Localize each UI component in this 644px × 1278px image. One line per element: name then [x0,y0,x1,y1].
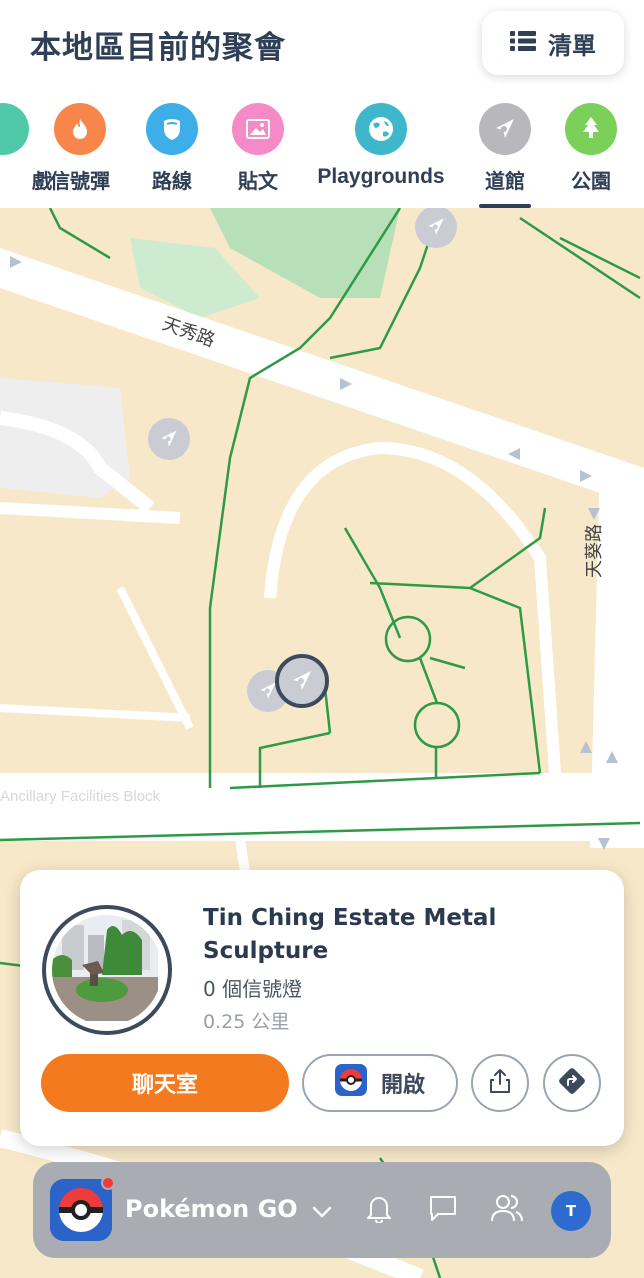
category-playgrounds[interactable]: Playgrounds [316,103,446,208]
gym-photo [42,905,172,1035]
notification-dot [101,1176,115,1190]
open-button-label: 開啟 [380,1073,425,1098]
gym-title: Tin Ching Estate Metal Sculpture [203,905,497,964]
selected-underline [479,204,531,208]
directions-button[interactable] [543,1054,601,1112]
category-label: 公園 [571,169,611,193]
category-label: Playgrounds [317,165,445,188]
bell-icon [365,1193,393,1227]
chat-room-button[interactable]: 聊天室 [41,1054,289,1112]
directions-icon [557,1066,587,1100]
post-icon [232,103,284,155]
app-name-label: Pokémon GO [125,1195,298,1223]
people-icon [490,1193,524,1227]
flare-icon [54,103,106,155]
beacon-count: 0 個信號燈 [203,977,303,1001]
share-icon [488,1068,512,1098]
open-in-app-button[interactable]: 開啟 [302,1054,458,1112]
category-post[interactable]: 貼文 [203,103,313,208]
user-avatar[interactable]: T [551,1191,591,1231]
page-title: 本地區目前的聚會 [30,30,286,66]
chevron-down-icon [312,1196,332,1224]
street-label-ancillary-block: Ancillary Facilities Block [0,788,161,805]
pokeball-icon [334,1064,367,1102]
list-button[interactable]: 清單 [482,11,624,75]
pokemon-go-app-icon[interactable] [50,1176,115,1241]
gym-pin[interactable] [415,206,457,248]
street-label-tin-kwai-road: 天葵路 [584,524,605,578]
notifications-button[interactable] [359,1190,399,1230]
list-button-label: 清單 [548,31,596,60]
tree-icon [565,103,617,155]
category-park[interactable]: 公園 [536,103,644,208]
bottom-bar: Pokémon GO T [33,1162,611,1258]
friends-button[interactable] [487,1190,527,1230]
gym-photo-image [52,915,162,1025]
selected-gym-pin[interactable] [275,654,329,708]
globe-icon [355,103,407,155]
share-button[interactable] [471,1054,529,1112]
gym-icon [479,103,531,155]
gym-pin[interactable] [148,418,190,460]
messages-button[interactable] [423,1190,463,1230]
chat-bubble-icon [428,1194,458,1226]
list-icon [510,30,536,56]
gym-info-card[interactable]: Tin Ching Estate Metal Sculpture 0 個信號燈 … [20,870,624,1146]
distance: 0.25 公里 [203,1011,290,1033]
app-switcher[interactable]: Pokémon GO [125,1195,332,1224]
header: 本地區目前的聚會 清單 戲 信號彈 路線 貼文 Playgrounds 道館 公… [0,0,644,208]
route-icon [146,103,198,155]
category-label: 貼文 [238,169,278,193]
